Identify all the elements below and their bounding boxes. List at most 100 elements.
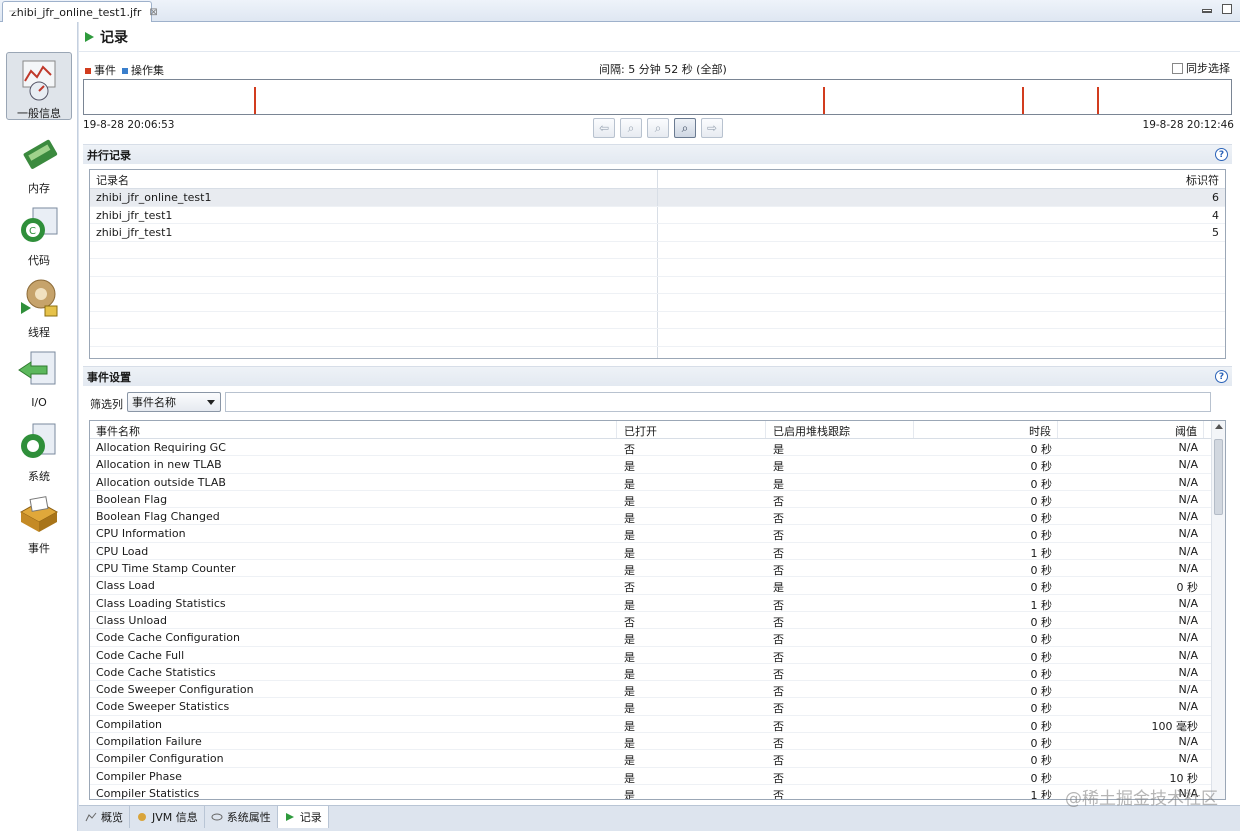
stacktrace-value: 否 — [773, 546, 784, 560]
help-icon[interactable]: ? — [1215, 370, 1228, 383]
timeline-range[interactable] — [83, 79, 1232, 115]
zoom-all-button[interactable]: ⌕ — [674, 118, 696, 138]
table-row[interactable]: Allocation outside TLAB 是 是 0 秒 N/A — [90, 474, 1225, 491]
period-value: 0 秒 — [1030, 737, 1053, 751]
table-row[interactable]: Code Sweeper Configuration 是 否 0 秒 N/A — [90, 681, 1225, 699]
event-name: CPU Time Stamp Counter — [96, 562, 236, 576]
table-row[interactable]: Class Load 否 是 0 秒 0 秒 — [90, 577, 1225, 595]
jvm-icon — [136, 812, 148, 822]
scroll-up-icon[interactable] — [1215, 424, 1223, 429]
table-row[interactable]: CPU Information 是 否 0 秒 N/A — [90, 525, 1225, 543]
table-row[interactable]: zhibi_jfr_test1 4 — [90, 206, 1225, 224]
filter-column-select[interactable]: 事件名称 — [127, 392, 221, 412]
period-value: 0 秒 — [1030, 719, 1053, 733]
table-row[interactable]: Compiler Configuration 是 否 0 秒 N/A — [90, 750, 1225, 768]
scroll-left-button[interactable]: ⇦ — [593, 118, 615, 138]
timeline-start-time: 19-8-28 20:06:53 — [83, 119, 175, 131]
enabled-value: 是 — [624, 598, 635, 612]
stacktrace-value: 否 — [773, 615, 784, 629]
zoom-out-button[interactable]: ⌕ — [647, 118, 669, 138]
column-header-identifier[interactable]: 标识符 — [658, 170, 1225, 188]
table-row[interactable]: Class Unload 否 否 0 秒 N/A — [90, 612, 1225, 630]
table-row[interactable]: Compiler Phase 是 否 0 秒 10 秒 — [90, 768, 1225, 785]
column-header-threshold[interactable]: 阈值 — [1058, 421, 1204, 438]
nav-item-system[interactable]: 系统 — [6, 416, 72, 484]
event-name: Code Cache Statistics — [96, 665, 216, 679]
sync-select-label: 同步选择 — [1186, 62, 1230, 75]
table-row[interactable]: Class Loading Statistics 是 否 1 秒 N/A — [90, 595, 1225, 612]
stacktrace-value: 否 — [773, 598, 784, 612]
period-value: 0 秒 — [1030, 564, 1053, 578]
recording-id: 4 — [1212, 208, 1219, 222]
column-header-stacktrace[interactable]: 已启用堆栈跟踪 — [766, 421, 914, 438]
threshold-value: N/A — [1178, 683, 1198, 697]
table-row[interactable]: Code Cache Full 是 否 0 秒 N/A — [90, 647, 1225, 664]
table-row[interactable]: Code Cache Configuration 是 否 0 秒 N/A — [90, 629, 1225, 647]
editor-tab[interactable]: zhibi_jfr_online_test1.jfr ⊠ — [2, 1, 158, 22]
zoom-in-button[interactable]: ⌕ — [620, 118, 642, 138]
table-row[interactable]: Code Sweeper Statistics 是 否 0 秒 N/A — [90, 698, 1225, 716]
table-row[interactable]: Boolean Flag Changed 是 否 0 秒 N/A — [90, 508, 1225, 526]
maximize-icon[interactable] — [1222, 4, 1232, 14]
event-name: Class Load — [96, 579, 155, 593]
scrollbar-thumb[interactable] — [1214, 439, 1223, 515]
event-name: Allocation in new TLAB — [96, 458, 222, 472]
stacktrace-value: 否 — [773, 788, 784, 800]
table-row[interactable]: Compilation 是 否 0 秒 100 毫秒 — [90, 716, 1225, 734]
nav-item-general[interactable]: 一般信息 — [6, 52, 72, 120]
nav-item-io[interactable]: I/O — [6, 344, 72, 412]
tab-jvm-info[interactable]: JVM 信息 — [130, 806, 205, 828]
event-name: Code Cache Configuration — [96, 631, 240, 645]
scroll-right-button[interactable]: ⇨ — [701, 118, 723, 138]
empty-row — [90, 329, 1225, 347]
period-value: 0 秒 — [1030, 771, 1053, 785]
column-header-event-name[interactable]: 事件名称 — [90, 421, 617, 438]
enabled-value: 是 — [624, 719, 635, 733]
code-icon: C — [17, 204, 61, 248]
table-row[interactable]: Compilation Failure 是 否 0 秒 N/A — [90, 733, 1225, 751]
recordings-section-title: 并行记录 — [87, 148, 131, 162]
event-name: Code Cache Full — [96, 648, 185, 662]
column-header-recording-name[interactable]: 记录名 — [90, 170, 658, 188]
vertical-scrollbar[interactable] — [1211, 421, 1225, 799]
threshold-value: N/A — [1178, 700, 1198, 714]
column-header-period[interactable]: 时段 — [914, 421, 1058, 438]
enabled-value: 是 — [624, 633, 635, 647]
nav-item-code[interactable]: C 代码 — [6, 200, 72, 268]
period-value: 0 秒 — [1030, 754, 1053, 768]
close-tab-icon[interactable]: ⊠ — [149, 7, 157, 18]
threshold-value: N/A — [1178, 458, 1198, 472]
tab-system-properties[interactable]: 系统属性 — [205, 806, 278, 828]
help-icon[interactable]: ? — [1215, 148, 1228, 161]
event-marker — [254, 87, 256, 114]
table-row[interactable]: CPU Time Stamp Counter 是 否 0 秒 N/A — [90, 560, 1225, 578]
nav-item-events[interactable]: 事件 — [6, 488, 72, 556]
stacktrace-value: 是 — [773, 477, 784, 491]
tab-recording[interactable]: 记录 — [277, 806, 329, 828]
table-row[interactable]: Allocation Requiring GC 否 是 0 秒 N/A — [90, 439, 1225, 457]
event-name: Class Unload — [96, 613, 167, 627]
table-row[interactable]: CPU Load 是 否 1 秒 N/A — [90, 543, 1225, 561]
nav-label-general: 一般信息 — [17, 107, 61, 120]
minimize-icon[interactable] — [1202, 9, 1212, 13]
enabled-value: 是 — [624, 667, 635, 681]
table-row[interactable]: Compiler Statistics 是否 1 秒 N/A — [90, 785, 1225, 800]
recordings-section-header: 并行记录 ? — [83, 144, 1232, 164]
threshold-value: N/A — [1178, 544, 1198, 558]
nav-item-threads[interactable]: 线程 — [6, 272, 72, 340]
table-row[interactable]: Code Cache Statistics 是 否 0 秒 N/A — [90, 664, 1225, 682]
recording-play-icon — [85, 31, 94, 42]
nav-item-memory[interactable]: 内存 — [6, 128, 72, 196]
tab-overview[interactable]: 概览 — [79, 806, 130, 828]
filter-input[interactable] — [225, 392, 1211, 412]
threshold-value: N/A — [1178, 631, 1198, 645]
event-settings-section-title: 事件设置 — [87, 370, 131, 384]
table-row[interactable]: zhibi_jfr_test1 5 — [90, 224, 1225, 242]
table-row[interactable]: Boolean Flag 是 否 0 秒 N/A — [90, 491, 1225, 509]
checkbox-icon[interactable] — [1172, 62, 1183, 74]
table-row[interactable]: zhibi_jfr_online_test1 6 — [90, 189, 1225, 207]
sync-select-checkbox[interactable]: 同步选择 — [1172, 60, 1230, 76]
table-row[interactable]: Allocation in new TLAB 是 是 0 秒 N/A — [90, 456, 1225, 474]
recording-name: zhibi_jfr_test1 — [90, 224, 658, 241]
column-header-enabled[interactable]: 已打开 — [617, 421, 766, 438]
